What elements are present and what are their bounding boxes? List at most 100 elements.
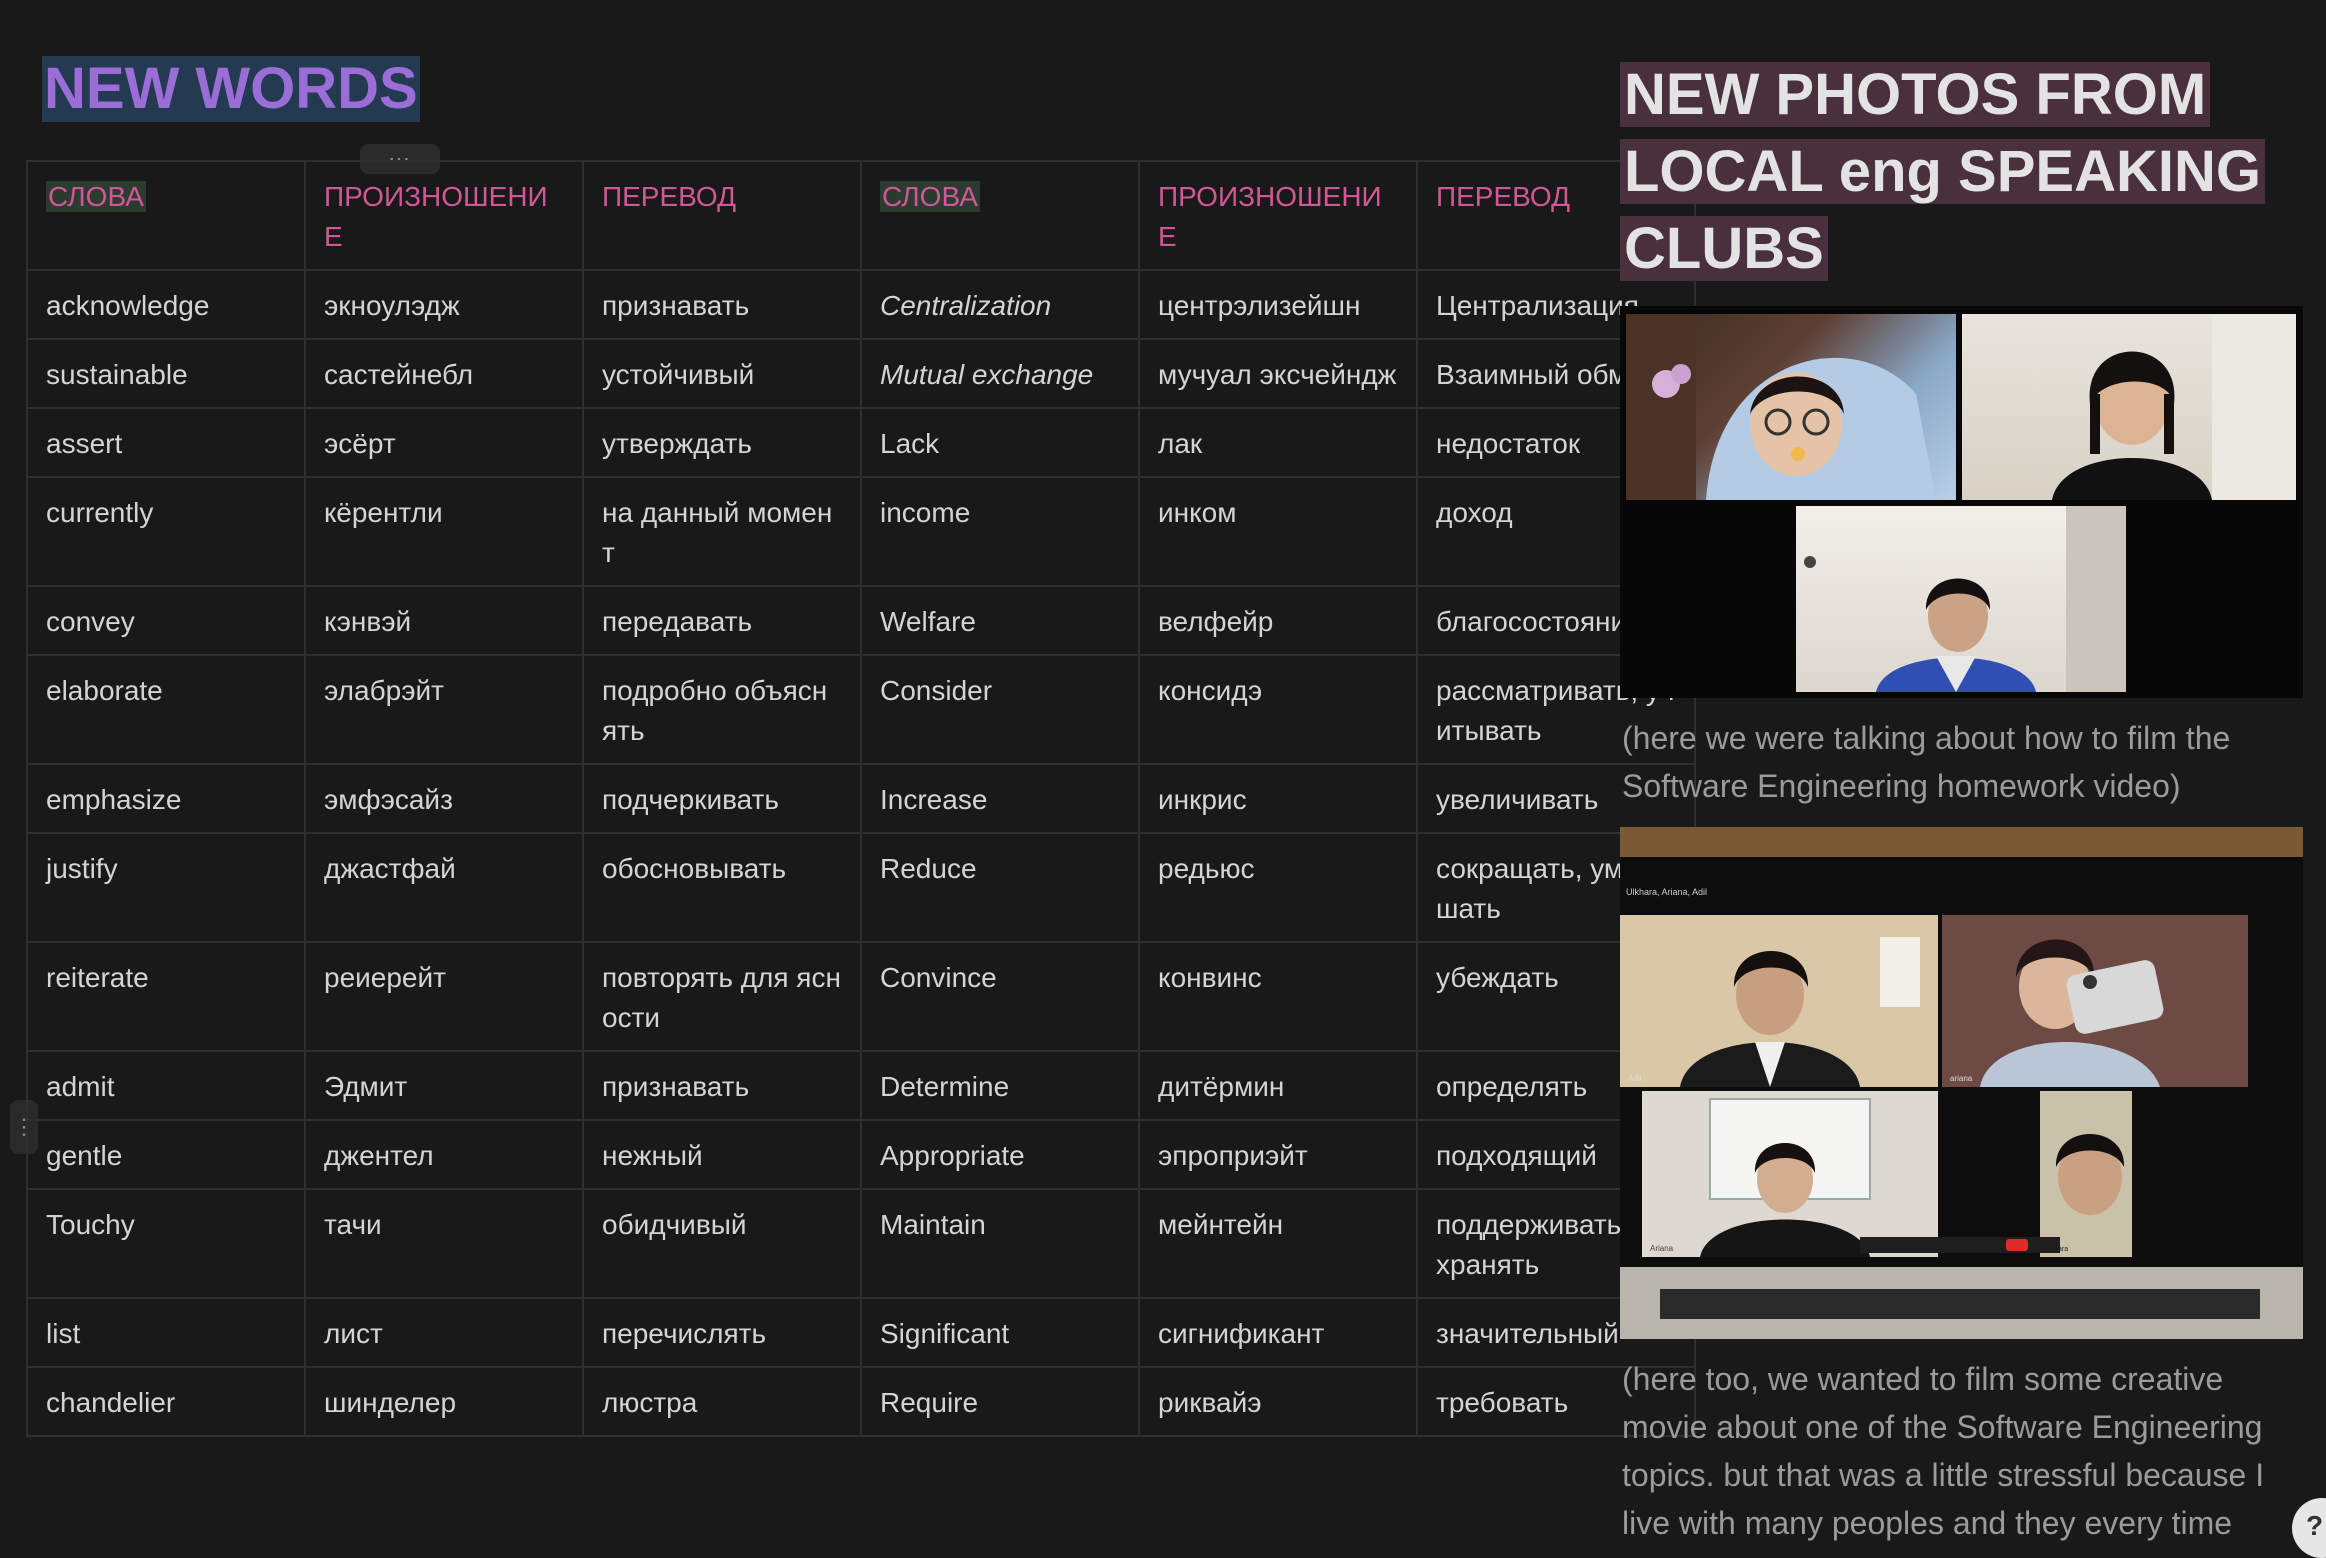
table-cell[interactable]: кэнвэй <box>304 585 584 656</box>
photos-title: NEW PHOTOS FROM LOCAL eng SPEAKING CLUBS <box>1620 56 2303 287</box>
table-cell[interactable]: лист <box>304 1297 584 1368</box>
table-cell[interactable]: риквайэ <box>1138 1366 1418 1437</box>
table-cell[interactable]: нежный <box>582 1119 862 1190</box>
call-window-names: Ulkhara, Ariana, Adil <box>1626 887 1707 897</box>
table-cell[interactable]: Touchy <box>26 1188 306 1299</box>
table-cell[interactable]: признавать <box>582 1050 862 1121</box>
table-cell[interactable]: income <box>860 476 1140 587</box>
table-cell[interactable]: центрэлизейшн <box>1138 269 1418 340</box>
table-row: acknowledge экноулэдж признавать Central… <box>26 269 1696 340</box>
table-cell[interactable]: мейнтейн <box>1138 1188 1418 1299</box>
participant-tile <box>1626 314 1956 500</box>
table-cell[interactable]: assert <box>26 407 306 478</box>
header-pronunciation[interactable]: ПРОИЗНОШЕНИЕ <box>304 160 584 271</box>
video-call-photo-2[interactable]: Ulkhara, Ariana, Adil Adil ariana Ariana <box>1620 827 2303 1339</box>
table-cell[interactable]: Эдмит <box>304 1050 584 1121</box>
table-cell[interactable]: на данный момент <box>582 476 862 587</box>
table-row: sustainable састейнебл устойчивый Mutual… <box>26 338 1696 409</box>
photo1-caption: (here we were talking about how to film … <box>1622 720 2231 804</box>
table-cell[interactable]: конвинс <box>1138 941 1418 1052</box>
table-cell[interactable]: повторять для ясности <box>582 941 862 1052</box>
table-cell[interactable]: передавать <box>582 585 862 656</box>
table-cell[interactable]: currently <box>26 476 306 587</box>
table-cell[interactable]: sustainable <box>26 338 306 409</box>
table-cell[interactable]: Significant <box>860 1297 1140 1368</box>
table-cell[interactable]: эсёрт <box>304 407 584 478</box>
table-cell[interactable]: justify <box>26 832 306 943</box>
table-cell[interactable]: эмфэсайз <box>304 763 584 834</box>
table-cell[interactable]: реиерейт <box>304 941 584 1052</box>
table-cell[interactable]: Maintain <box>860 1188 1140 1299</box>
vocabulary-table: СЛОВА ПРОИЗНОШЕНИЕ ПЕРЕВОД СЛОВА ПРОИЗНО… <box>26 160 1696 1437</box>
participant-tile <box>1962 314 2296 500</box>
table-cell[interactable]: Reduce <box>860 832 1140 943</box>
table-cell[interactable]: emphasize <box>26 763 306 834</box>
table-cell[interactable]: велфейр <box>1138 585 1418 656</box>
tile-label: ariana <box>1950 1074 1973 1083</box>
video-call-photo-1[interactable] <box>1620 306 2303 698</box>
header-translation[interactable]: ПЕРЕВОД <box>582 160 862 271</box>
table-row: currently кёрентли на данный момент inco… <box>26 476 1696 587</box>
table-row: Touchy тачи обидчивый Maintain мейнтейн … <box>26 1188 1696 1299</box>
participant-figure-icon <box>1804 506 2126 692</box>
table-cell[interactable]: Mutual exchange <box>860 338 1140 409</box>
table-cell[interactable]: кёрентли <box>304 476 584 587</box>
laptop-screen-icon: Ulkhara, Ariana, Adil Adil ariana Ariana <box>1620 827 2303 1339</box>
table-cell[interactable]: сигнификант <box>1138 1297 1418 1368</box>
table-row: list лист перечислять Significant сигниф… <box>26 1297 1696 1368</box>
table-cell[interactable]: лак <box>1138 407 1418 478</box>
table-row: emphasize эмфэсайз подчеркивать Increase… <box>26 763 1696 834</box>
table-cell[interactable]: шинделер <box>304 1366 584 1437</box>
table-cell[interactable]: устойчивый <box>582 338 862 409</box>
table-cell[interactable]: Increase <box>860 763 1140 834</box>
table-cell[interactable]: эпроприэйт <box>1138 1119 1418 1190</box>
header-pronunciation-2[interactable]: ПРОИЗНОШЕНИЕ <box>1138 160 1418 271</box>
table-cell[interactable]: gentle <box>26 1119 306 1190</box>
table-cell[interactable]: Consider <box>860 654 1140 765</box>
table-cell[interactable]: джастфай <box>304 832 584 943</box>
table-cell[interactable]: convey <box>26 585 306 656</box>
table-cell[interactable]: консидэ <box>1138 654 1418 765</box>
table-cell[interactable]: Lack <box>860 407 1140 478</box>
table-cell[interactable]: admit <box>26 1050 306 1121</box>
table-cell[interactable]: обидчивый <box>582 1188 862 1299</box>
table-cell[interactable]: мучуал эксчейндж <box>1138 338 1418 409</box>
tile-label: Ariana <box>1650 1244 1674 1253</box>
table-cell[interactable]: подробно объяснять <box>582 654 862 765</box>
table-cell[interactable]: обосновывать <box>582 832 862 943</box>
table-cell[interactable]: Centralization <box>860 269 1140 340</box>
table-cell[interactable]: признавать <box>582 269 862 340</box>
table-row: elaborate элабрэйт подробно объяснять Co… <box>26 654 1696 765</box>
table-cell[interactable]: экноулэдж <box>304 269 584 340</box>
table-cell[interactable]: list <box>26 1297 306 1368</box>
header-words[interactable]: СЛОВА <box>26 160 306 271</box>
table-cell[interactable]: перечислять <box>582 1297 862 1368</box>
table-cell[interactable]: инком <box>1138 476 1418 587</box>
table-cell[interactable]: инкрис <box>1138 763 1418 834</box>
table-cell[interactable]: Appropriate <box>860 1119 1140 1190</box>
header-words-2[interactable]: СЛОВА <box>860 160 1140 271</box>
table-row: justify джастфай обосновывать Reduce ред… <box>26 832 1696 943</box>
table-cell[interactable]: reiterate <box>26 941 306 1052</box>
photos-title-text: NEW PHOTOS FROM LOCAL eng SPEAKING CLUBS <box>1620 62 2265 281</box>
table-cell[interactable]: редьюс <box>1138 832 1418 943</box>
table-row: reiterate реиерейт повторять для ясности… <box>26 941 1696 1052</box>
table-cell[interactable]: утверждать <box>582 407 862 478</box>
table-cell[interactable]: Convince <box>860 941 1140 1052</box>
table-cell[interactable]: люстра <box>582 1366 862 1437</box>
table-cell[interactable]: джентел <box>304 1119 584 1190</box>
table-cell[interactable]: Welfare <box>860 585 1140 656</box>
table-row: gentle джентел нежный Appropriate эпропр… <box>26 1119 1696 1190</box>
table-cell[interactable]: Determine <box>860 1050 1140 1121</box>
table-cell[interactable]: дитёрмин <box>1138 1050 1418 1121</box>
table-cell[interactable]: acknowledge <box>26 269 306 340</box>
photo2-caption: (here too, we wanted to film some creati… <box>1622 1361 2265 1541</box>
table-cell[interactable]: элабрэйт <box>304 654 584 765</box>
table-row: assert эсёрт утверждать Lack лак недоста… <box>26 407 1696 478</box>
table-cell[interactable]: састейнебл <box>304 338 584 409</box>
table-cell[interactable]: elaborate <box>26 654 306 765</box>
table-cell[interactable]: Require <box>860 1366 1140 1437</box>
table-cell[interactable]: подчеркивать <box>582 763 862 834</box>
table-cell[interactable]: chandelier <box>26 1366 306 1437</box>
table-cell[interactable]: тачи <box>304 1188 584 1299</box>
